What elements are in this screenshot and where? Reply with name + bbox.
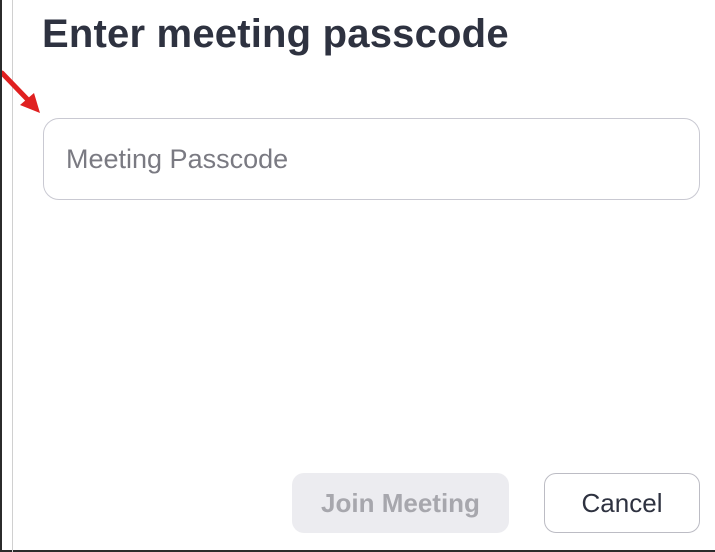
join-meeting-button[interactable]: Join Meeting xyxy=(292,473,509,533)
cancel-button[interactable]: Cancel xyxy=(544,473,700,533)
meeting-passcode-input[interactable] xyxy=(43,118,700,200)
passcode-dialog: Enter meeting passcode Join Meeting Canc… xyxy=(0,0,715,552)
dialog-title: Enter meeting passcode xyxy=(42,12,509,56)
red-pointer-arrow-icon xyxy=(2,70,40,113)
